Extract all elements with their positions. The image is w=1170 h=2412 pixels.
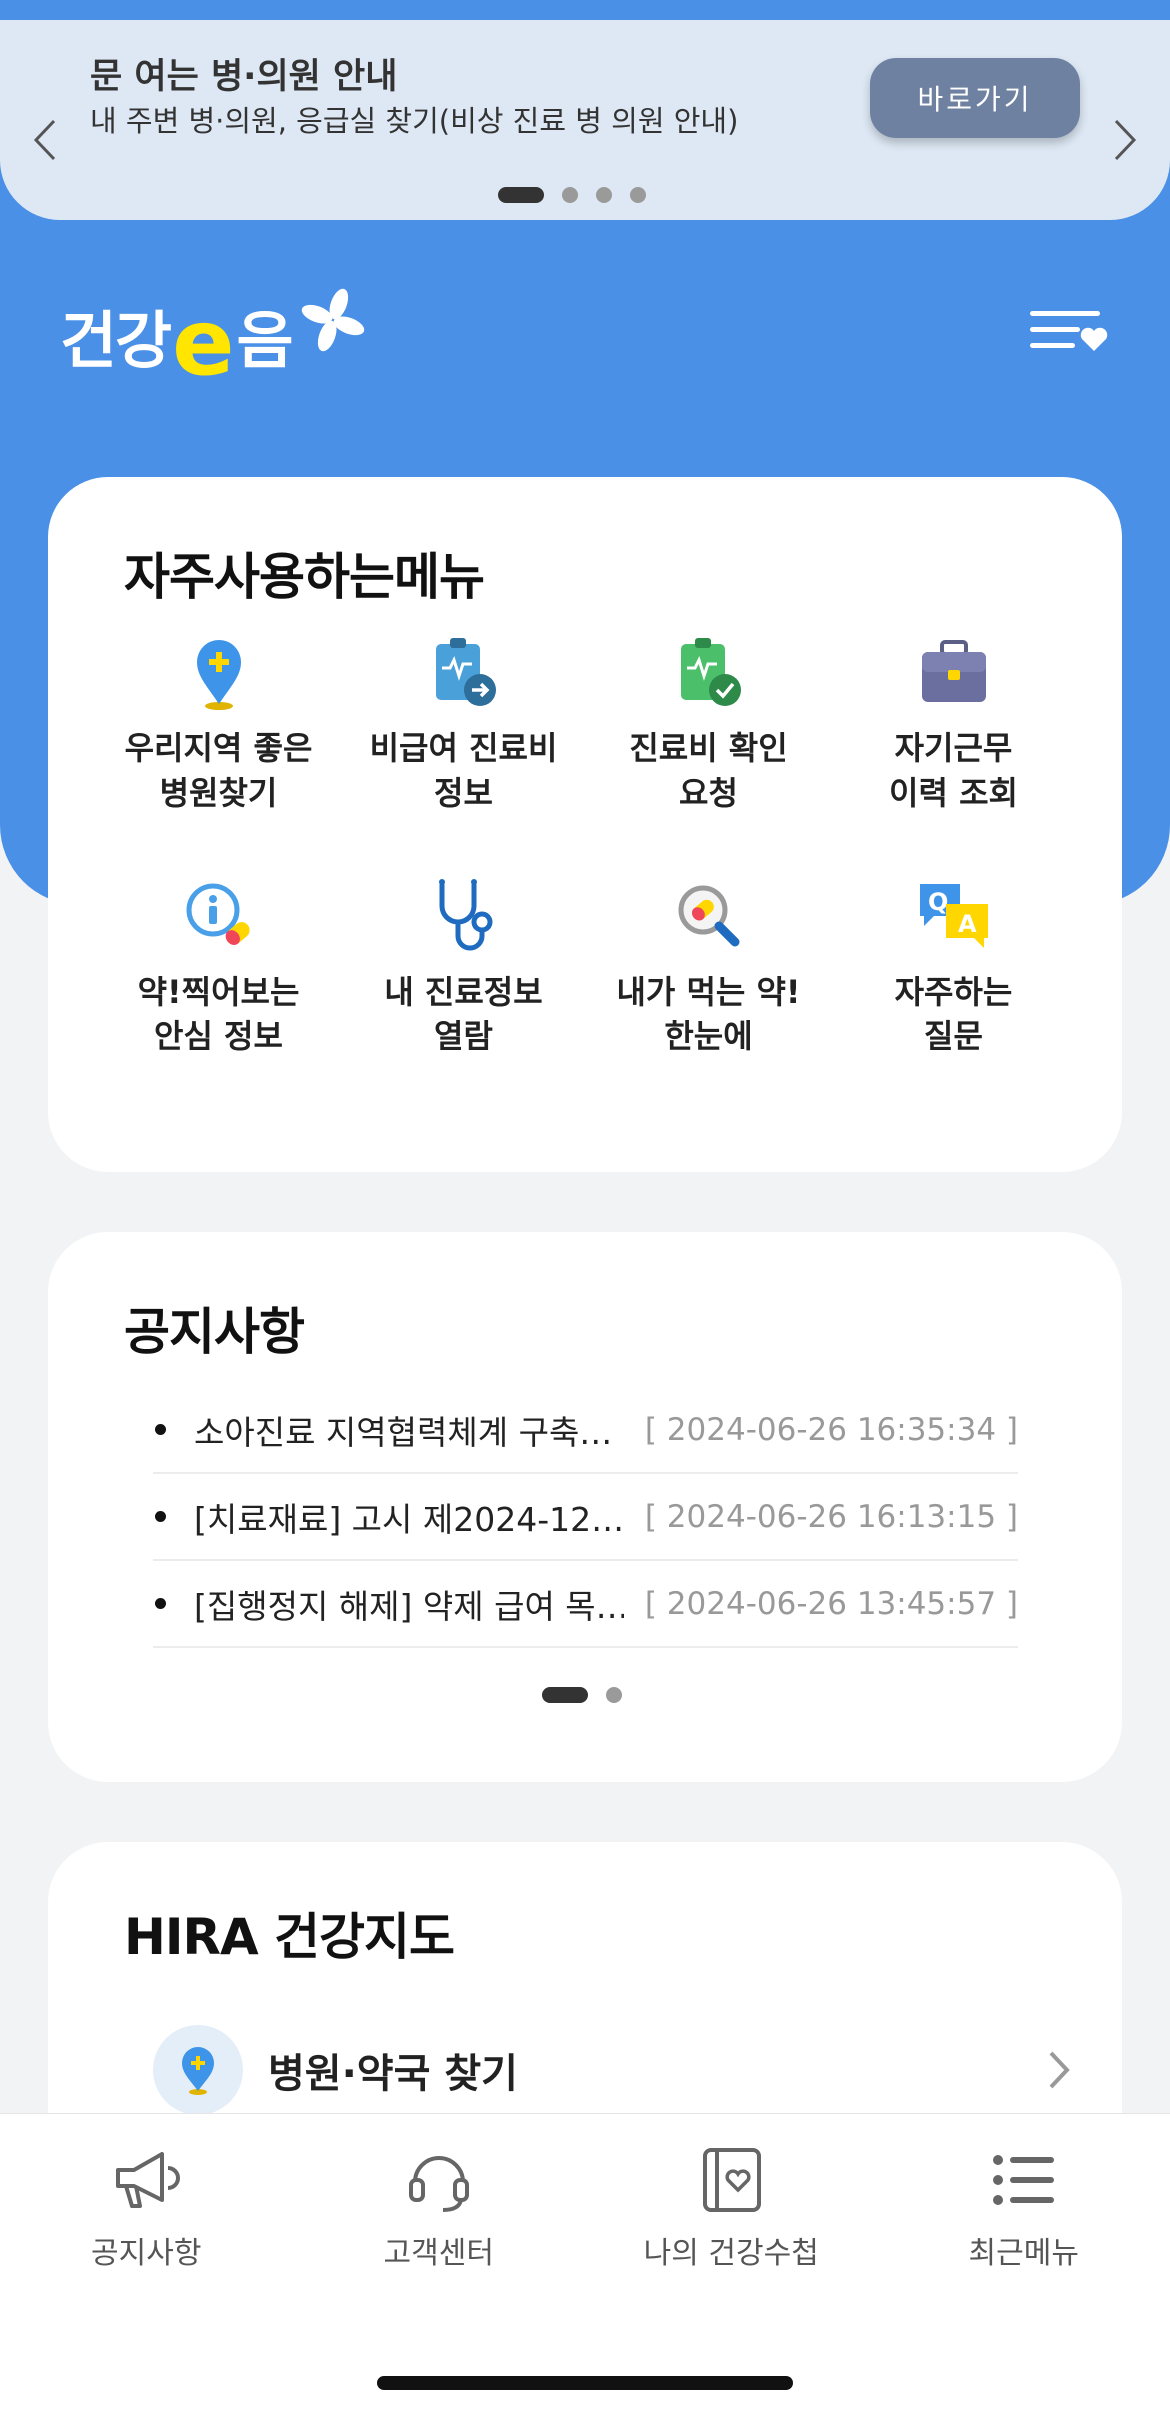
nav-notices[interactable]: 공지사항 <box>0 2142 292 2272</box>
home-indicator[interactable] <box>377 2376 793 2390</box>
clipboard-arrow-icon <box>435 638 496 706</box>
notice-item-title: 소아진료 지역협력체계 구축… <box>194 1412 613 1452</box>
menu-item-my-medicine[interactable]: 내가 먹는 약! 한눈에 <box>586 876 831 1060</box>
banner-dot[interactable] <box>630 187 646 203</box>
menu-label: 약!찍어보는 안심 정보 <box>137 972 300 1056</box>
bullet <box>155 1598 166 1609</box>
notice-item-date: [ 2024-06-26 16:35:34 ] <box>644 1411 1018 1448</box>
notice-item-title: [치료재료] 고시 제2024-12… <box>194 1499 624 1539</box>
info-pill-icon <box>186 883 250 945</box>
nav-label: 최근메뉴 <box>968 2236 1079 2271</box>
nav-recent-menu[interactable]: 최근메뉴 <box>878 2142 1170 2272</box>
menu-label: 자기근무 이력 조회 <box>889 729 1018 812</box>
banner-pagination <box>498 187 646 203</box>
magnifier-pill-icon <box>678 885 739 947</box>
menu-item-my-medical-info[interactable]: 내 진료정보 열람 <box>341 876 586 1060</box>
logo-text-suffix: 음 <box>236 304 294 377</box>
menu-item-faq[interactable]: Q A 자주하는 질문 <box>831 876 1076 1060</box>
menu-label: 내 진료정보 열람 <box>384 972 543 1056</box>
menu-item-cost-check[interactable]: 진료비 확인 요청 <box>586 632 831 816</box>
nav-health-notebook[interactable]: 나의 건강수첩 <box>585 2142 877 2272</box>
nav-customer-center[interactable]: 고객센터 <box>293 2142 585 2272</box>
notice-dot-active[interactable] <box>542 1687 588 1703</box>
qa-bubble-icon: Q A <box>919 883 988 948</box>
notice-dot[interactable] <box>606 1687 622 1703</box>
svg-text:Q: Q <box>928 888 948 916</box>
list-icon <box>992 2155 1054 2205</box>
notice-card: 공지사항 소아진료 지역협력체계 구축… [ 2024-06-26 16:35:… <box>48 1232 1122 1782</box>
clipboard-check-icon <box>680 638 741 706</box>
notice-item-date: [ 2024-06-26 13:45:57 ] <box>644 1585 1018 1622</box>
frequent-menu-card: 자주사용하는메뉴 우리지역 좋은 병원찾기 비급여 진료비 정보 진료비 확인 … <box>48 477 1122 1172</box>
megaphone-icon <box>116 2152 181 2208</box>
hospital-pharmacy-search-item[interactable]: 병원·약국 찾기 <box>153 2022 1073 2117</box>
frequent-menu-grid: 우리지역 좋은 병원찾기 비급여 진료비 정보 진료비 확인 요청 자기근무 이… <box>96 632 1076 1059</box>
notice-item[interactable]: [치료재료] 고시 제2024-12… [ 2024-06-26 16:13:1… <box>153 1474 1018 1561</box>
logo-flower-icon <box>301 288 364 352</box>
briefcase-icon <box>921 640 986 702</box>
svg-text:A: A <box>958 910 977 938</box>
menu-heart-icon[interactable] <box>1030 305 1110 355</box>
stethoscope-icon <box>438 878 492 951</box>
headset-icon <box>408 2156 469 2212</box>
menu-item-good-hospital[interactable]: 우리지역 좋은 병원찾기 <box>96 632 341 816</box>
nav-label: 고객센터 <box>383 2236 494 2271</box>
banner-subtitle: 내 주변 병·의원, 응급실 찾기(비상 진료 병 의원 안내) <box>90 104 739 138</box>
banner-dot[interactable] <box>562 187 578 203</box>
chevron-right-icon[interactable] <box>1110 115 1140 165</box>
menu-label: 비급여 진료비 정보 <box>369 729 558 812</box>
banner-title: 문 여는 병·의원 안내 <box>90 57 398 97</box>
chevron-right-icon <box>1049 2051 1070 2088</box>
bullet <box>155 1511 166 1522</box>
banner-dot[interactable] <box>596 187 612 203</box>
hira-map-title: HIRA 건강지도 <box>124 1908 455 1966</box>
map-pin-icon <box>182 2046 214 2095</box>
notice-item-title: [집행정지 해제] 약제 급여 목… <box>194 1586 624 1626</box>
nav-label: 나의 건강수첩 <box>643 2236 819 2271</box>
menu-label: 진료비 확인 요청 <box>629 729 788 812</box>
banner-dot-active[interactable] <box>498 187 544 203</box>
app-logo: 건강 e 음 <box>60 285 368 397</box>
hira-icon-wrap <box>153 2024 243 2115</box>
banner-go-button[interactable]: 바로가기 <box>870 58 1080 138</box>
menu-label: 내가 먹는 약! 한눈에 <box>616 972 801 1056</box>
nav-label: 공지사항 <box>91 2236 202 2271</box>
notice-list: 소아진료 지역협력체계 구축… [ 2024-06-26 16:35:34 ] … <box>153 1387 1018 1648</box>
logo-e: e <box>172 289 235 397</box>
menu-label: 자주하는 질문 <box>894 972 1013 1056</box>
hospital-pharmacy-search-label: 병원·약국 찾기 <box>268 2050 518 2097</box>
notice-title: 공지사항 <box>124 1303 305 1361</box>
menu-label: 우리지역 좋은 병원찾기 <box>124 729 313 812</box>
menu-item-work-history[interactable]: 자기근무 이력 조회 <box>831 632 1076 816</box>
chevron-left-icon[interactable] <box>30 115 60 165</box>
frequent-menu-title: 자주사용하는메뉴 <box>124 548 485 606</box>
bottom-navigation: 공지사항 고객센터 나의 건강수첩 최근메뉴 <box>0 2113 1170 2412</box>
notice-item[interactable]: 소아진료 지역협력체계 구축… [ 2024-06-26 16:35:34 ] <box>153 1387 1018 1474</box>
health-notebook-icon <box>703 2148 762 2212</box>
menu-item-pill-info[interactable]: 약!찍어보는 안심 정보 <box>96 876 341 1060</box>
bullet <box>155 1424 166 1435</box>
notice-pagination <box>542 1687 622 1703</box>
map-pin-icon <box>196 640 241 710</box>
notice-item-date: [ 2024-06-26 16:13:15 ] <box>644 1498 1018 1535</box>
logo-text-prefix: 건강 <box>60 304 172 377</box>
promo-banner[interactable]: 문 여는 병·의원 안내 내 주변 병·의원, 응급실 찾기(비상 진료 병 의… <box>0 20 1170 220</box>
notice-item[interactable]: [집행정지 해제] 약제 급여 목… [ 2024-06-26 13:45:57… <box>153 1561 1018 1648</box>
menu-item-noncovered-cost[interactable]: 비급여 진료비 정보 <box>341 632 586 816</box>
